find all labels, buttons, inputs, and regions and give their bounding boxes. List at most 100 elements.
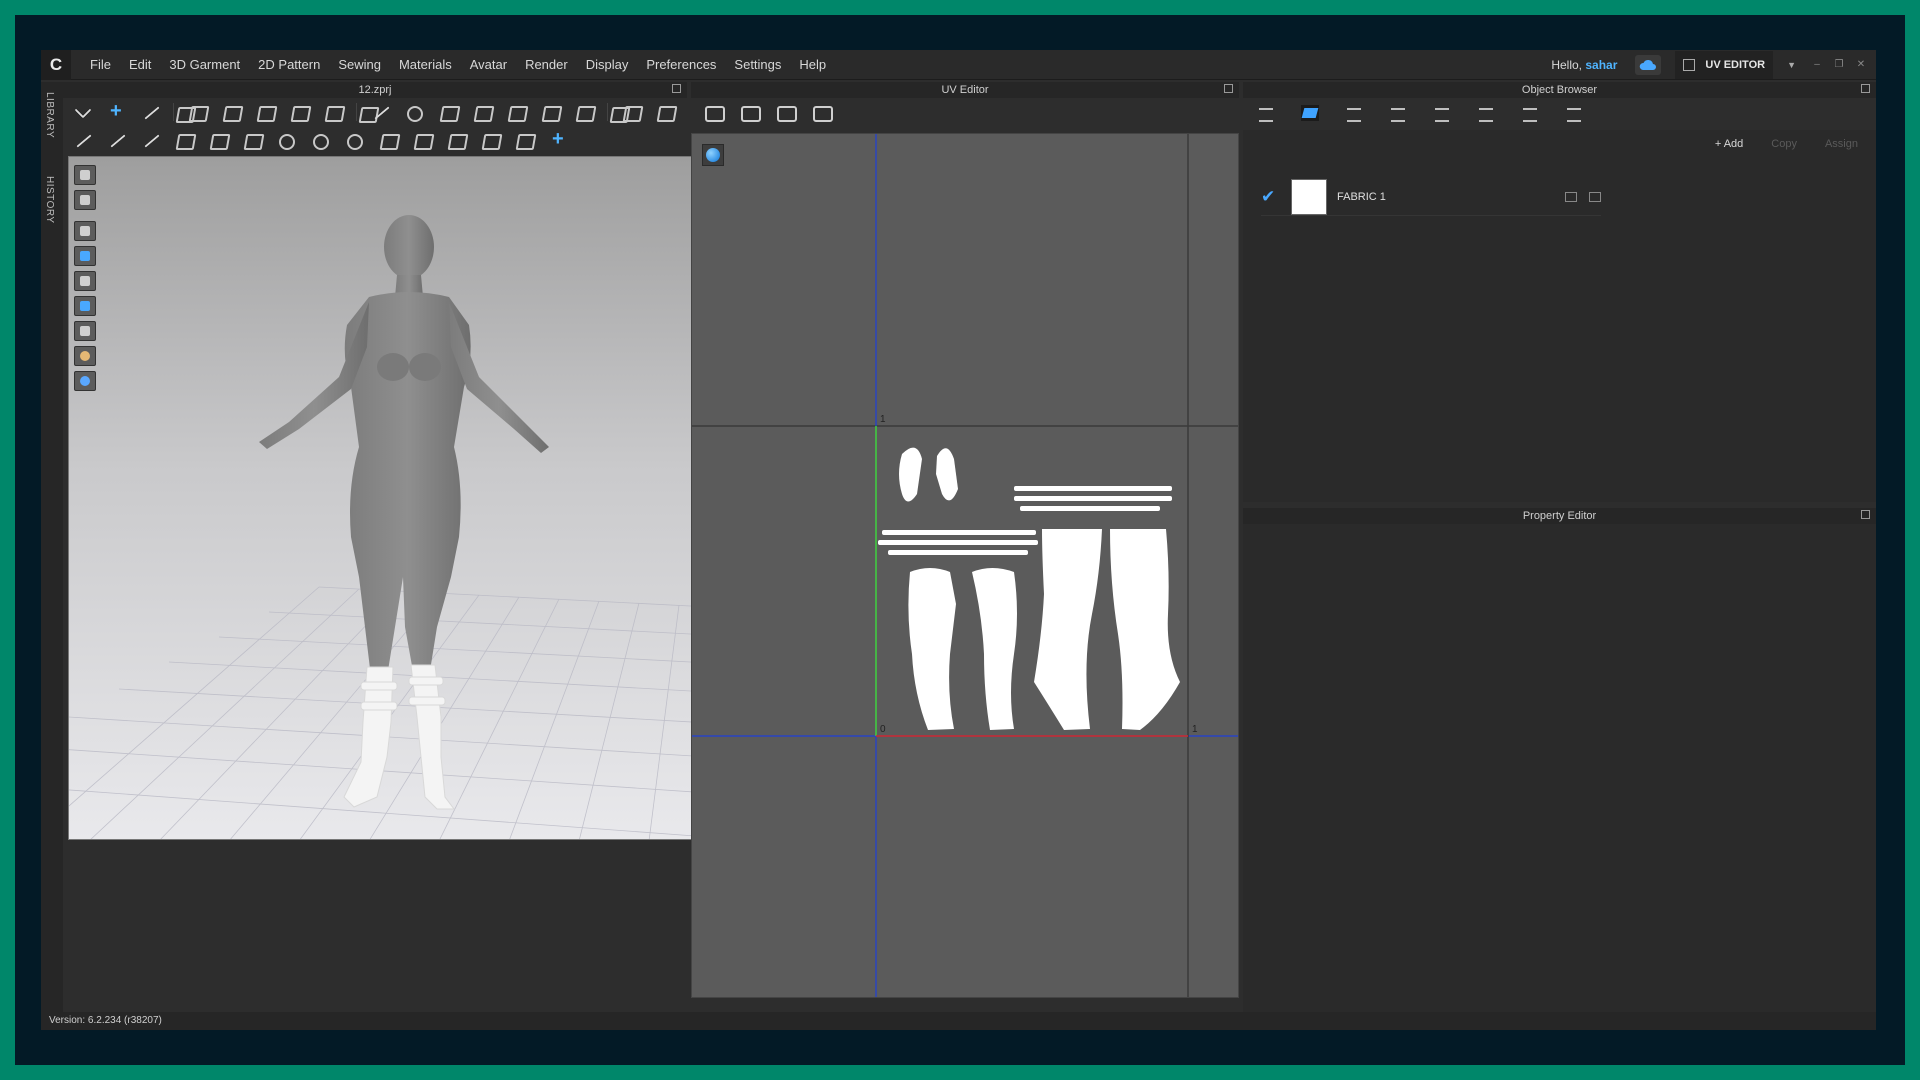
avatar-pose-icon[interactable] xyxy=(74,271,96,291)
buttonhole-icon[interactable] xyxy=(309,130,331,150)
menu-display[interactable]: Display xyxy=(577,57,638,72)
username[interactable]: sahar xyxy=(1585,58,1617,72)
list-icon[interactable] xyxy=(1257,105,1275,122)
button-icon[interactable] xyxy=(1345,105,1363,122)
close-icon[interactable]: ✕ xyxy=(1854,59,1868,71)
uv-export-icon[interactable] xyxy=(737,102,761,122)
mode-selector[interactable]: UV EDITOR xyxy=(1675,50,1774,79)
pen-icon[interactable] xyxy=(105,130,127,150)
tape-icon[interactable] xyxy=(411,130,433,150)
transform-icon[interactable] xyxy=(105,100,127,123)
fabric-swatch[interactable] xyxy=(1291,178,1327,215)
mesh-display-icon[interactable] xyxy=(74,246,96,266)
buttonhole-icon[interactable] xyxy=(1389,105,1407,122)
puckering-icon[interactable] xyxy=(1477,105,1495,122)
cloud-icon[interactable] xyxy=(1635,54,1662,75)
menu-file[interactable]: File xyxy=(81,57,120,72)
fabric-name: FABRIC 1 xyxy=(1337,190,1386,203)
uv-display-button[interactable] xyxy=(702,144,724,166)
fitting-map-icon[interactable] xyxy=(74,296,96,316)
layer-icon[interactable] xyxy=(654,102,676,122)
garment-fit-icon[interactable] xyxy=(505,102,527,122)
avatar-figure xyxy=(259,215,549,677)
tab-library[interactable]: LIBRARY xyxy=(44,92,55,138)
elastic-icon[interactable] xyxy=(513,130,535,150)
property-editor-title: Property Editor xyxy=(1522,510,1597,522)
rotate-pattern-icon[interactable] xyxy=(220,102,242,122)
list-item[interactable]: ✔ FABRIC 1 xyxy=(1261,178,1601,216)
sphere-icon xyxy=(706,148,720,162)
menu-render[interactable]: Render xyxy=(516,57,577,72)
line-tool-icon[interactable] xyxy=(369,102,391,122)
popout-icon[interactable] xyxy=(1861,510,1870,519)
binding-icon[interactable] xyxy=(445,130,467,150)
steam-icon[interactable] xyxy=(403,102,425,122)
delete-icon[interactable] xyxy=(1589,191,1601,202)
graphic-icon[interactable] xyxy=(1521,105,1539,122)
add-button[interactable]: + Add xyxy=(1715,138,1743,150)
trim-icon[interactable] xyxy=(1565,105,1583,122)
skin-display-icon[interactable] xyxy=(74,346,96,366)
uv-islands xyxy=(878,447,1180,730)
piping-icon[interactable] xyxy=(479,130,501,150)
menu-preferences[interactable]: Preferences xyxy=(637,57,725,72)
uv-transform-icon[interactable] xyxy=(809,102,833,122)
pin-icon[interactable] xyxy=(471,102,493,122)
object-actions: + Add Copy Assign xyxy=(1243,130,1876,150)
snap-icon[interactable] xyxy=(343,130,365,150)
avatar-display-icon[interactable] xyxy=(74,165,96,185)
uv-move-icon[interactable] xyxy=(773,102,797,122)
checkmark-icon[interactable]: ✔ xyxy=(1261,187,1291,207)
tack-icon[interactable] xyxy=(437,102,459,122)
shirt-icon[interactable] xyxy=(539,102,561,122)
select-mesh-icon[interactable] xyxy=(139,102,161,122)
app-logo[interactable]: C xyxy=(41,50,71,80)
menu-3d-garment[interactable]: 3D Garment xyxy=(160,57,249,72)
assign-button[interactable]: Assign xyxy=(1825,138,1858,150)
popout-icon[interactable] xyxy=(1224,84,1233,93)
shading-icon[interactable] xyxy=(74,321,96,341)
topstitch-icon[interactable] xyxy=(1433,105,1451,122)
select-move-icon[interactable] xyxy=(71,102,93,122)
shrinkage-icon[interactable] xyxy=(322,102,344,122)
menu-settings[interactable]: Settings xyxy=(725,57,790,72)
menu-help[interactable]: Help xyxy=(790,57,835,72)
flip-pattern-icon[interactable] xyxy=(254,102,276,122)
menu-materials[interactable]: Materials xyxy=(390,57,461,72)
object-browser-toolbar xyxy=(1243,98,1876,128)
garment-display-icon[interactable] xyxy=(74,190,96,210)
uv-viewport[interactable]: 1 0 1 xyxy=(691,133,1239,998)
uv-label-origin: 0 xyxy=(880,724,886,735)
fabric-icon[interactable] xyxy=(1301,105,1319,121)
popout-icon[interactable] xyxy=(1861,84,1870,93)
puckering-icon[interactable] xyxy=(207,130,229,150)
chevron-down-icon[interactable]: ▼ xyxy=(1787,60,1796,70)
texture-display-icon[interactable] xyxy=(74,221,96,241)
popout-icon[interactable] xyxy=(672,84,681,93)
measure-icon[interactable] xyxy=(620,102,642,122)
button-icon[interactable] xyxy=(275,130,297,150)
zipper-icon[interactable] xyxy=(377,130,399,150)
menu-sewing[interactable]: Sewing xyxy=(329,57,390,72)
pleat-icon[interactable] xyxy=(173,130,195,150)
avatar-icon[interactable] xyxy=(573,102,595,122)
edit-curve-icon[interactable] xyxy=(71,130,93,150)
uv-label-right: 1 xyxy=(1192,724,1198,735)
viewport-3d[interactable] xyxy=(68,156,696,840)
restore-icon[interactable]: ❐ xyxy=(1832,59,1846,71)
copy-button[interactable]: Copy xyxy=(1771,138,1797,150)
quilt-icon[interactable] xyxy=(241,130,263,150)
tab-history[interactable]: HISTORY xyxy=(44,176,55,224)
brush-icon[interactable] xyxy=(139,130,161,150)
transform-2-icon[interactable] xyxy=(547,128,569,151)
duplicate-icon[interactable] xyxy=(1565,191,1577,202)
menu-avatar[interactable]: Avatar xyxy=(461,57,516,72)
uv-snapshot-icon[interactable] xyxy=(701,102,725,122)
menu-2d-pattern[interactable]: 2D Pattern xyxy=(249,57,329,72)
fold-arrangement-icon[interactable] xyxy=(186,102,208,122)
menu-edit[interactable]: Edit xyxy=(120,57,160,72)
environment-icon[interactable] xyxy=(74,371,96,391)
uv-editor-icon xyxy=(1683,58,1696,71)
superimpose-icon[interactable] xyxy=(288,102,310,122)
minimize-icon[interactable]: – xyxy=(1810,59,1824,71)
